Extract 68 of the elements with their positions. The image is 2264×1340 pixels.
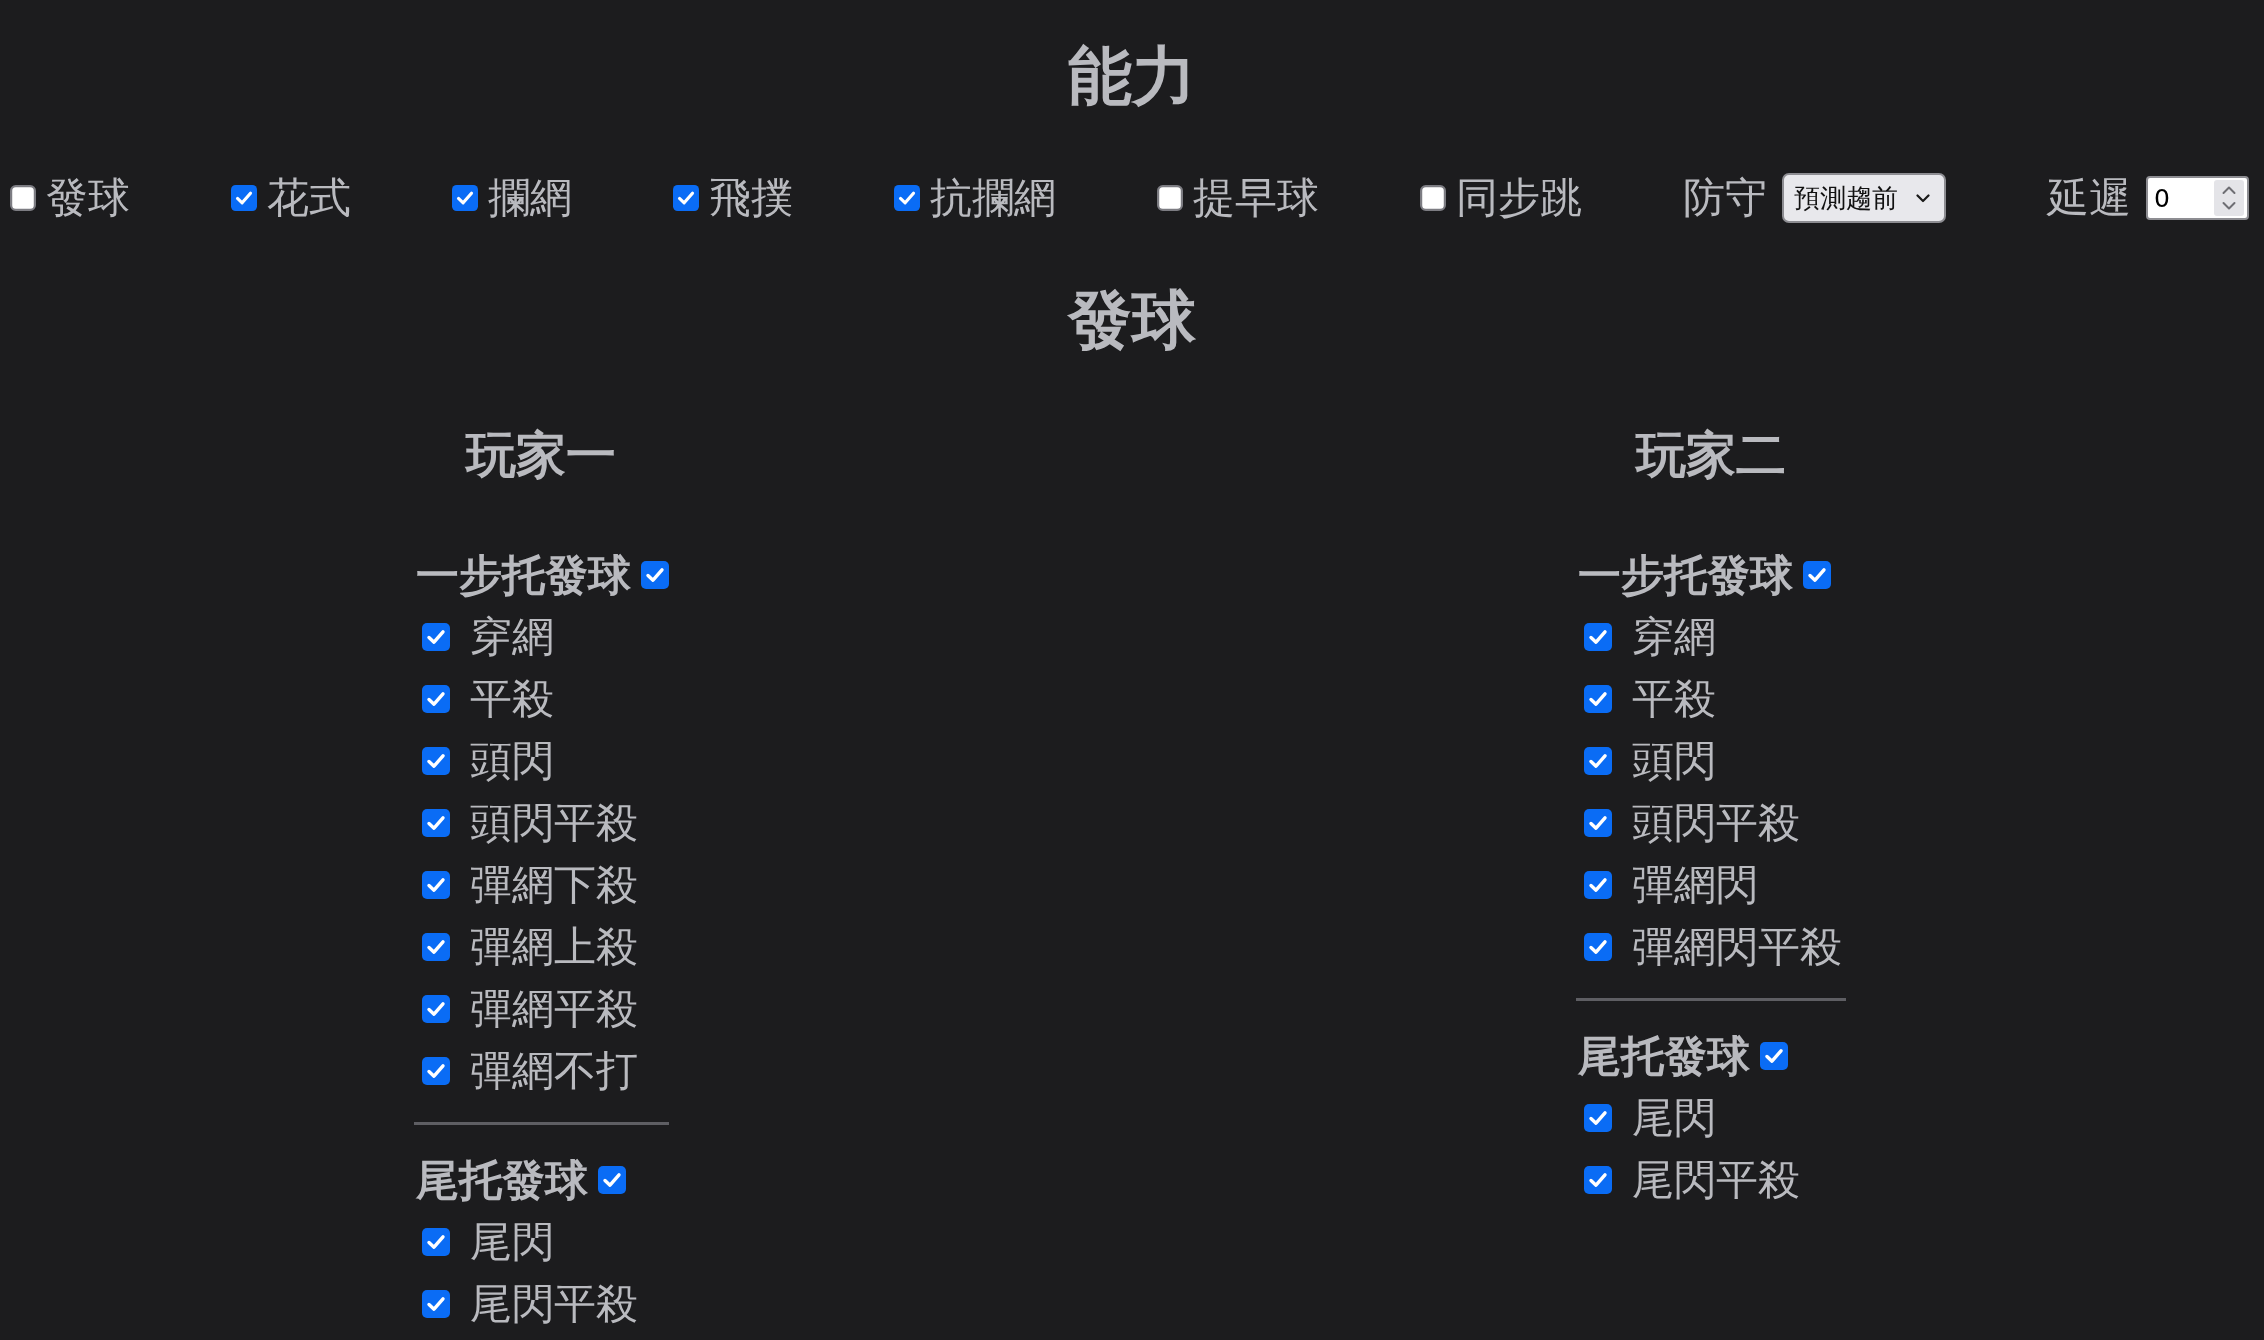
checkbox-label: 彈網上殺 — [469, 921, 638, 973]
checkbox-label: 彈網閃平殺 — [1632, 921, 1842, 973]
checkbox-label: 尾閃平殺 — [469, 1278, 638, 1330]
checkbox-label: 彈網閃 — [1632, 859, 1758, 911]
number-field[interactable]: 0 — [2146, 176, 2249, 220]
checkbox-label: 穿網 — [1632, 611, 1716, 663]
checkbox[interactable] — [421, 623, 450, 651]
checkbox-label: 尾閃 — [469, 1216, 554, 1268]
group-heading: 尾托發球 — [1578, 1030, 1750, 1083]
checkbox[interactable] — [1584, 623, 1612, 651]
checkbox-label: 頭閃 — [469, 735, 554, 787]
checkbox[interactable] — [640, 561, 669, 589]
checkbox[interactable] — [1584, 809, 1612, 837]
checkbox-label: 彈網下殺 — [469, 859, 638, 911]
checkbox[interactable] — [421, 1057, 450, 1085]
chevron-down-icon — [1916, 193, 1930, 203]
checkbox-label: 提早球 — [1193, 172, 1319, 224]
checkbox[interactable] — [421, 933, 450, 961]
dropdown[interactable]: 預測趨前 — [1782, 173, 1946, 223]
field-label: 延遲 — [2047, 172, 2131, 224]
checkbox[interactable] — [421, 747, 450, 775]
checkbox[interactable] — [1157, 185, 1183, 211]
checkbox-label: 飛撲 — [709, 172, 793, 224]
checkbox[interactable] — [597, 1166, 626, 1194]
checkbox[interactable] — [1760, 1042, 1788, 1070]
field-label: 防守 — [1683, 172, 1767, 224]
checkbox-label: 發球 — [46, 172, 130, 224]
player-heading: 玩家一 — [466, 425, 616, 486]
checkbox-label: 頭閃平殺 — [469, 797, 638, 849]
checkbox-label: 穿網 — [469, 611, 554, 663]
checkbox-label: 頭閃平殺 — [1632, 797, 1800, 849]
stepper-arrows-icon[interactable] — [2214, 180, 2244, 216]
checkbox-label: 頭閃 — [1632, 735, 1716, 787]
checkbox-label: 抗攔網 — [930, 172, 1056, 224]
checkbox[interactable] — [421, 685, 450, 713]
checkbox-label: 同步跳 — [1456, 172, 1582, 224]
checkbox-label: 平殺 — [469, 673, 554, 725]
group-heading: 尾托發球 — [415, 1154, 588, 1207]
player-heading: 玩家二 — [1636, 425, 1786, 486]
checkbox[interactable] — [1584, 747, 1612, 775]
checkbox[interactable] — [452, 185, 478, 211]
checkbox[interactable] — [421, 809, 450, 837]
checkbox[interactable] — [421, 1290, 450, 1318]
checkbox[interactable] — [421, 1228, 450, 1256]
checkbox[interactable] — [673, 185, 699, 211]
section-title: 發球 — [1068, 282, 1196, 359]
checkbox-label: 彈網不打 — [469, 1045, 638, 1097]
group-heading: 一步托發球 — [415, 549, 631, 602]
checkbox[interactable] — [1420, 185, 1446, 211]
checkbox-label: 平殺 — [1632, 673, 1716, 725]
checkbox-label: 尾閃 — [1632, 1092, 1716, 1144]
checkbox-label: 攔網 — [488, 172, 572, 224]
checkbox[interactable] — [1584, 1166, 1612, 1194]
checkbox[interactable] — [421, 995, 450, 1023]
checkbox[interactable] — [894, 185, 920, 211]
checkbox[interactable] — [1584, 871, 1612, 899]
checkbox[interactable] — [1584, 933, 1612, 961]
checkbox-label: 彈網平殺 — [469, 983, 638, 1035]
checkbox[interactable] — [1584, 685, 1612, 713]
checkbox[interactable] — [1803, 561, 1831, 589]
section-title: 能力 — [1068, 38, 1196, 115]
group-heading: 一步托發球 — [1578, 549, 1793, 602]
checkbox-label: 尾閃平殺 — [1632, 1154, 1800, 1206]
checkbox[interactable] — [421, 871, 450, 899]
checkbox-label: 花式 — [267, 172, 351, 224]
checkbox[interactable] — [231, 185, 257, 211]
checkbox[interactable] — [10, 185, 36, 211]
checkbox[interactable] — [1584, 1104, 1612, 1132]
